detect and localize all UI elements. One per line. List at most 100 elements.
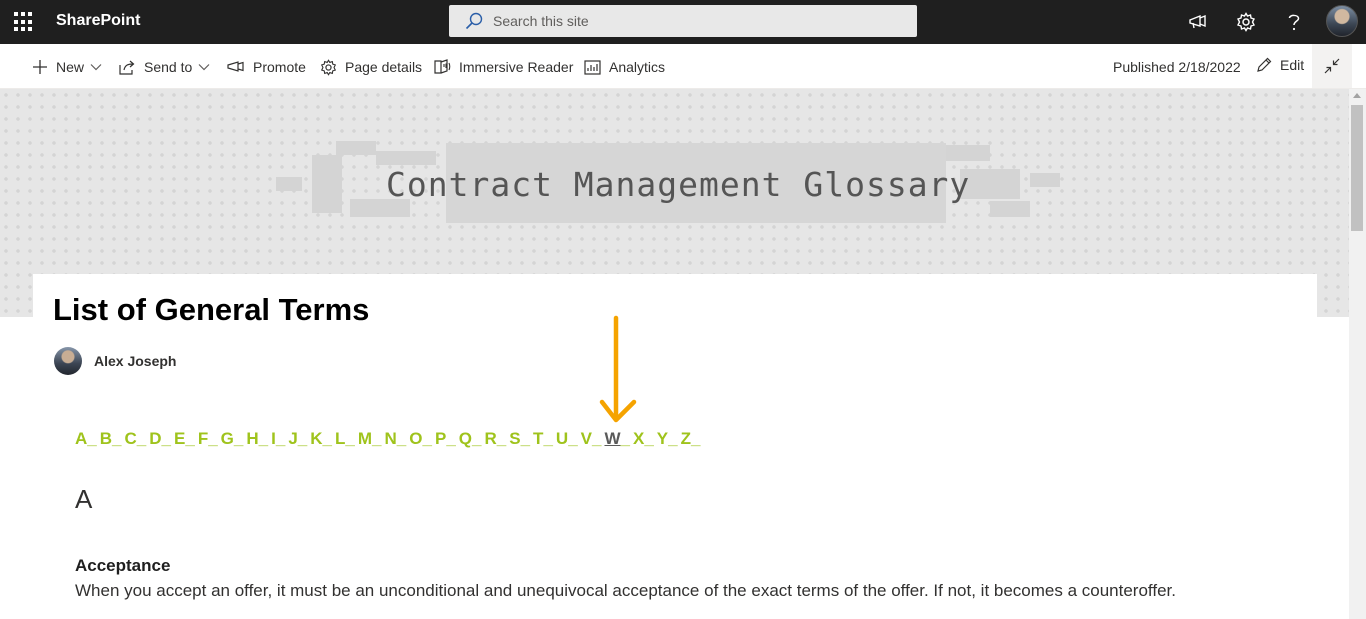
search-box[interactable]: Search this site xyxy=(449,5,917,37)
alphabet-link-o[interactable]: O xyxy=(409,429,422,449)
promote-label: Promote xyxy=(253,59,306,75)
alphabet-link-l[interactable]: L xyxy=(335,429,345,449)
alphabet-link-v[interactable]: V xyxy=(581,429,592,449)
alphabet-link-a[interactable]: A xyxy=(75,429,87,449)
alphabet-link-e[interactable]: E xyxy=(174,429,185,449)
edit-button[interactable]: Edit xyxy=(1256,57,1304,73)
alphabet-link-g[interactable]: G xyxy=(221,429,234,449)
help-icon[interactable] xyxy=(1281,9,1307,35)
analytics-label: Analytics xyxy=(609,59,666,75)
gear-icon xyxy=(320,58,337,76)
author-name[interactable]: Alex Joseph xyxy=(94,353,176,369)
alphabet-separator: _ xyxy=(275,429,286,448)
alphabet-separator: _ xyxy=(520,429,531,448)
alphabet-separator: _ xyxy=(372,429,382,448)
collapse-icon xyxy=(1324,58,1340,74)
new-label: New xyxy=(56,59,85,75)
banner-title: Contract Management Glossary xyxy=(386,165,971,204)
alphabet-link-r[interactable]: R xyxy=(484,429,496,449)
plus-icon xyxy=(33,60,47,74)
send-to-button[interactable]: Send to xyxy=(119,57,210,77)
alphabet-link-x[interactable]: X xyxy=(633,429,644,449)
alphabet-separator: _ xyxy=(496,429,507,448)
alphabet-separator: _ xyxy=(208,429,218,448)
new-button[interactable]: New xyxy=(32,57,102,77)
app-launcher-icon[interactable] xyxy=(14,12,34,32)
alphabet-link-d[interactable]: D xyxy=(149,429,161,449)
alphabet-separator: _ xyxy=(161,429,171,448)
alphabet-link-f[interactable]: F xyxy=(198,429,208,449)
analytics-icon xyxy=(584,59,601,75)
alphabet-separator: _ xyxy=(644,429,654,448)
published-status: Published 2/18/2022 xyxy=(1113,59,1241,75)
search-icon xyxy=(465,12,483,30)
alphabet-link-w[interactable]: W xyxy=(604,429,620,449)
alphabet-separator: _ xyxy=(345,429,355,448)
alphabet-separator: _ xyxy=(322,429,333,448)
alphabet-link-y[interactable]: Y xyxy=(657,429,668,449)
app-name[interactable]: SharePoint xyxy=(56,12,140,30)
edit-label: Edit xyxy=(1280,57,1305,73)
scroll-thumb[interactable] xyxy=(1351,105,1363,231)
alphabet-separator: _ xyxy=(112,429,122,448)
term-title: Acceptance xyxy=(75,556,171,575)
alphabet-separator: _ xyxy=(620,429,630,448)
author-avatar[interactable] xyxy=(54,347,82,375)
page-title: List of General Terms xyxy=(53,292,370,327)
collapse-button[interactable] xyxy=(1312,44,1352,88)
suite-bar: SharePoint Search this site xyxy=(0,0,1366,44)
alphabet-separator: _ xyxy=(691,429,701,448)
alphabet-separator: _ xyxy=(297,429,308,448)
alphabet-link-b[interactable]: B xyxy=(100,429,112,449)
promote-icon xyxy=(227,61,244,72)
alphabet-separator: _ xyxy=(668,429,678,448)
alphabet-separator: _ xyxy=(396,429,407,448)
alphabet-separator: _ xyxy=(592,429,602,448)
alphabet-separator: _ xyxy=(422,429,432,448)
section-heading: A xyxy=(75,484,93,514)
page-details-label: Page details xyxy=(345,59,423,75)
alphabet-separator: _ xyxy=(233,429,244,448)
alphabet-link-t[interactable]: T xyxy=(533,429,543,449)
alphabet-link-p[interactable]: P xyxy=(435,429,446,449)
alphabet-link-m[interactable]: M xyxy=(358,429,372,449)
alphabet-separator: _ xyxy=(87,429,97,448)
megaphone-icon[interactable] xyxy=(1185,9,1211,35)
share-icon xyxy=(119,60,135,75)
alphabet-separator: _ xyxy=(446,429,456,448)
immersive-reader-button[interactable]: Immersive Reader xyxy=(434,57,573,77)
vertical-scrollbar[interactable] xyxy=(1349,89,1366,619)
gear-icon[interactable] xyxy=(1233,9,1259,35)
alphabet-separator: _ xyxy=(472,429,482,448)
term-definition: When you accept an offer, it must be an … xyxy=(75,581,1176,600)
alphabet-separator: _ xyxy=(185,429,195,448)
alphabet-link-z[interactable]: Z xyxy=(681,429,691,449)
alphabet-link-s[interactable]: S xyxy=(509,429,520,449)
alphabet-link-n[interactable]: N xyxy=(385,429,397,449)
scroll-up-arrow-icon[interactable] xyxy=(1353,93,1361,98)
alphabet-link-c[interactable]: C xyxy=(125,429,137,449)
alphabet-link-q[interactable]: Q xyxy=(459,429,472,449)
send-to-label: Send to xyxy=(144,59,193,75)
analytics-button[interactable]: Analytics xyxy=(584,57,665,77)
pencil-icon xyxy=(1257,57,1272,72)
command-bar: New Send to Promote Page details Immersi… xyxy=(0,44,1366,89)
alphabet-separator: _ xyxy=(543,429,553,448)
alphabet-separator: _ xyxy=(258,429,269,448)
chevron-down-icon xyxy=(198,64,210,71)
immersive-reader-label: Immersive Reader xyxy=(459,59,574,75)
immersive-reader-icon xyxy=(434,59,451,74)
account-avatar[interactable] xyxy=(1326,5,1358,37)
alphabet-link-h[interactable]: H xyxy=(246,429,258,449)
promote-button[interactable]: Promote xyxy=(227,57,306,77)
alphabet-separator: _ xyxy=(136,429,147,448)
page-details-button[interactable]: Page details xyxy=(320,57,422,77)
search-placeholder: Search this site xyxy=(493,13,589,29)
alphabet-link-k[interactable]: K xyxy=(310,429,322,449)
chevron-down-icon xyxy=(90,64,102,71)
alphabet-index: A _ B _ C _ D _ E _ F _ G _ H _ I _ J _ K _ L _ M _ N _ O _ P _ Q _ R _ S _ T _… xyxy=(75,429,703,449)
alphabet-separator: _ xyxy=(568,429,578,448)
annotation-arrow xyxy=(599,315,637,423)
alphabet-link-j[interactable]: J xyxy=(288,429,297,449)
alphabet-link-u[interactable]: U xyxy=(556,429,568,449)
